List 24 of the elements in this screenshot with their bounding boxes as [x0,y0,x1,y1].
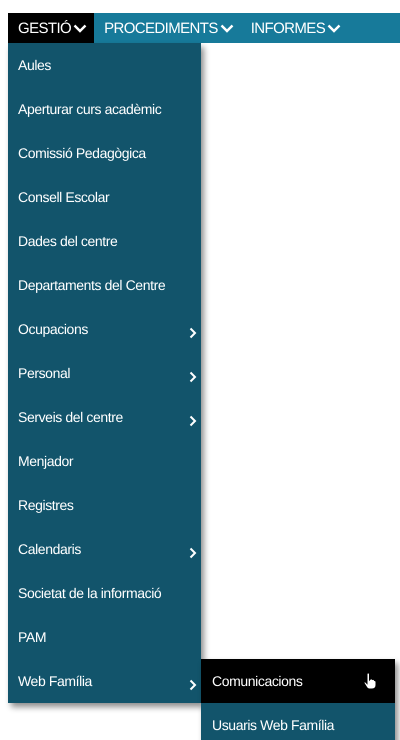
chevron-down-icon [220,24,234,32]
nav-tab[interactable]: PROCEDIMENTS [94,13,241,43]
menu-item[interactable]: Aperturar curs acadèmic [8,87,201,131]
menu-item[interactable]: Personal [8,351,201,395]
menu-item[interactable]: Ocupacions [8,307,201,351]
menu-item[interactable]: Menjador [8,439,201,483]
chevron-down-icon [73,24,88,32]
submenu-item[interactable]: Usuaris Web Família [201,703,395,740]
menu-item[interactable]: Aules [8,43,201,87]
nav-tab[interactable]: GESTIÓ [8,13,94,43]
pointer-cursor-icon [363,672,377,690]
menu-item[interactable]: Web Família [8,659,201,703]
chevron-down-icon [327,24,342,32]
menu-item[interactable]: Serveis del centre [8,395,201,439]
menu-item[interactable]: Comissió Pedagògica [8,131,201,175]
menu-item[interactable]: Registres [8,483,201,527]
menu-item[interactable]: Societat de la informació [8,571,201,615]
menu-item[interactable]: Departaments del Centre [8,263,201,307]
menu-item[interactable]: Dades del centre [8,219,201,263]
menu-item[interactable]: Consell Escolar [8,175,201,219]
menu-item[interactable]: PAM [8,615,201,659]
nav-tab[interactable]: INFORMES [240,13,348,43]
menu-item[interactable]: Calendaris [8,527,201,571]
submenu-item[interactable]: Comunicacions [201,659,395,703]
